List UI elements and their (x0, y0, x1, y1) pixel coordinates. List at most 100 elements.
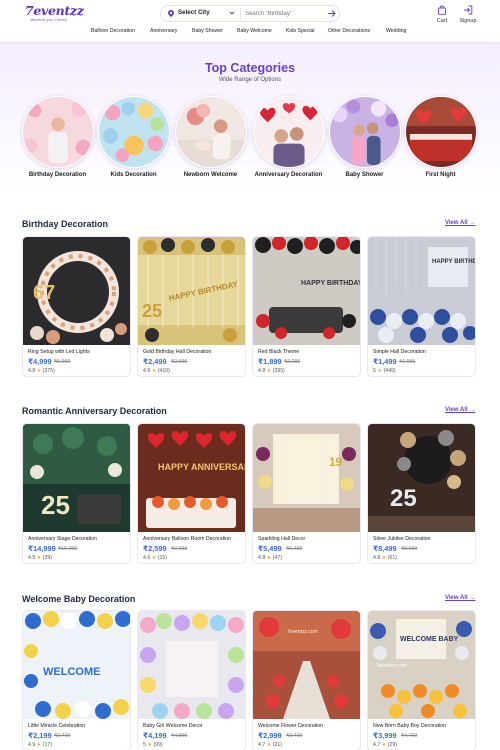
rating-value: 5 (373, 368, 376, 374)
rating-value: 4.9 (143, 368, 151, 374)
product-price: ₹2,599 (143, 544, 167, 553)
balloon-number-text: 67 (33, 282, 55, 304)
product-card[interactable]: 19 Sparkling Hall Decor ₹5,499 ₹6,499 4.… (252, 423, 361, 564)
star-icon: ★ (377, 368, 382, 374)
review-count: (449) (383, 368, 396, 374)
review-count: (21) (272, 742, 283, 748)
product-card[interactable]: HAPPY ANNIVERSARY Anniversary Balloon Ro… (137, 423, 246, 564)
product-card[interactable]: Baby Girl Welcome Decor ₹4,199 ₹4,999 5 … (137, 610, 246, 750)
product-rating: 4.9 ★ (410) (143, 368, 170, 374)
category-kids[interactable]: Kids Decoration (96, 96, 171, 178)
category-newborn[interactable]: Newborn Welcome (173, 96, 248, 178)
anniversary-view-all-link[interactable]: View All → (445, 407, 475, 413)
star-icon: ★ (266, 555, 272, 561)
watermark-text: 7eventzz.com (287, 629, 318, 635)
review-count: (29) (387, 742, 398, 748)
product-mrp: ₹2,299 (284, 359, 301, 365)
nav-kids-special[interactable]: Kids Special (286, 28, 315, 34)
product-image: 7eventzz.com (253, 611, 360, 719)
category-birthday-image (21, 96, 94, 168)
product-rating: 4.8 ★ (47) (258, 555, 282, 561)
star-icon: ★ (266, 742, 272, 748)
product-rating: 4.9 ★ (17) (28, 742, 52, 748)
product-name: Sparkling Hall Decor (258, 536, 306, 542)
product-image: HAPPY BIRTHDAY (368, 237, 475, 345)
top-header: 7eventzz Moments you Cherish Select City… (0, 0, 500, 42)
product-name: Anniversary Stage Decoration (28, 536, 97, 542)
nav-baby-shower[interactable]: Baby Shower (192, 28, 223, 34)
product-rating: 4.7 ★ (21) (258, 742, 282, 748)
category-anniversary[interactable]: Anniversary Decoration (251, 96, 326, 178)
review-count: (15) (157, 555, 168, 561)
city-selector[interactable]: Select City (161, 6, 239, 21)
cart-button[interactable]: Cart (433, 5, 451, 24)
rating-value: 4.8 (373, 555, 381, 561)
product-price: ₹1,899 (258, 357, 282, 366)
rating-value: 5 (143, 742, 146, 748)
search-bar: Select City (160, 5, 340, 22)
product-mrp: ₹2,999 (171, 546, 188, 552)
product-price: ₹2,999 (258, 731, 282, 740)
top-categories-title: Top Categories (204, 61, 296, 75)
product-name: Gold Birthday Hall Decoration (143, 349, 212, 355)
nav-anniversary[interactable]: Anniversary (150, 28, 177, 34)
product-mrp: ₹16,999 (58, 546, 78, 552)
product-card[interactable]: 25 Silver Jubilee Decoration ₹8,499 ₹9,9… (367, 423, 476, 564)
nav-wedding[interactable]: Wedding (386, 28, 406, 34)
product-card[interactable]: 7eventzz.com Welcome Flower Decoration ₹… (252, 610, 361, 750)
product-mrp: ₹2,999 (171, 359, 188, 365)
arrow-right-icon[interactable] (327, 9, 336, 18)
signup-label: Signup (459, 18, 477, 24)
review-count: (395) (272, 368, 285, 374)
product-card[interactable]: WELCOME Little Miracle Celebration ₹2,19… (22, 610, 131, 750)
product-mrp: ₹5,999 (54, 359, 71, 365)
product-card[interactable]: 25 Anniversary Stage Decoration ₹14,999 … (22, 423, 131, 564)
product-rating: 5 ★ (449) (373, 368, 396, 374)
category-nav: Balloon Decoration Anniversary Baby Show… (0, 27, 500, 39)
product-mrp: ₹6,499 (286, 546, 303, 552)
balloon-number-text: 25 (142, 301, 162, 321)
review-count: (47) (272, 555, 283, 561)
product-card[interactable]: HAPPY BIRTHDAY 25 Gold Birthday Hall Dec… (137, 236, 246, 377)
product-card[interactable]: 67 Ring Setup with Led Lights ₹4,999 ₹5,… (22, 236, 131, 377)
product-image: WELCOME (23, 611, 130, 719)
welcome-baby-view-all-link[interactable]: View All → (445, 595, 475, 601)
nav-baby-welcome[interactable]: Baby Welcome (237, 28, 272, 34)
category-kids-image (97, 96, 170, 168)
birthday-view-all-link[interactable]: View All → (445, 220, 475, 226)
chevron-down-icon (229, 11, 235, 15)
welcome-baby-section-title: Welcome Baby Decoration (22, 594, 136, 604)
anniversary-banner-text: HAPPY ANNIVERSARY (158, 462, 245, 472)
signup-button[interactable]: Signup (457, 5, 479, 24)
product-image: 25 (368, 424, 475, 532)
nav-other-decorations[interactable]: Other Decorations (328, 28, 370, 34)
product-price: ₹14,999 (28, 544, 56, 553)
category-birthday[interactable]: Birthday Decoration (20, 96, 95, 178)
rating-value: 4.7 (258, 742, 266, 748)
product-name: Red Black Theme (258, 349, 300, 355)
welcome-banner-text: WELCOME (43, 666, 100, 678)
star-icon: ★ (381, 742, 387, 748)
brand-name: 7eventzz (25, 3, 84, 18)
product-card[interactable]: WELCOME BABY 7eventzz.com New Born Baby … (367, 610, 476, 750)
city-label: Select City (178, 9, 210, 16)
birthday-section-title: Birthday Decoration (22, 219, 109, 229)
birthday-banner-text: HAPPY BIRTHDAY (301, 280, 360, 287)
product-card[interactable]: HAPPY BIRTHDAY Red Black Theme ₹1,899 ₹2… (252, 236, 361, 377)
product-card[interactable]: HAPPY BIRTHDAY Simple Hall Decoration ₹1… (367, 236, 476, 377)
product-name: Little Miracle Celebration (28, 723, 86, 729)
category-first-night[interactable]: First Night (403, 96, 478, 178)
category-baby-shower-image (328, 96, 401, 168)
category-baby-shower[interactable]: Baby Shower (327, 96, 402, 178)
star-icon: ★ (266, 368, 272, 374)
search-input[interactable] (245, 7, 325, 20)
product-mrp: ₹2,499 (54, 733, 71, 739)
product-price: ₹4,199 (143, 731, 167, 740)
star-icon: ★ (36, 742, 42, 748)
review-count: (39) (42, 555, 53, 561)
star-icon: ★ (36, 555, 42, 561)
brand-logo[interactable]: 7eventzz Moments you Cherish (25, 3, 84, 27)
product-image: 67 (23, 237, 130, 345)
nav-balloon-decoration[interactable]: Balloon Decoration (91, 28, 135, 34)
login-icon (464, 5, 473, 15)
